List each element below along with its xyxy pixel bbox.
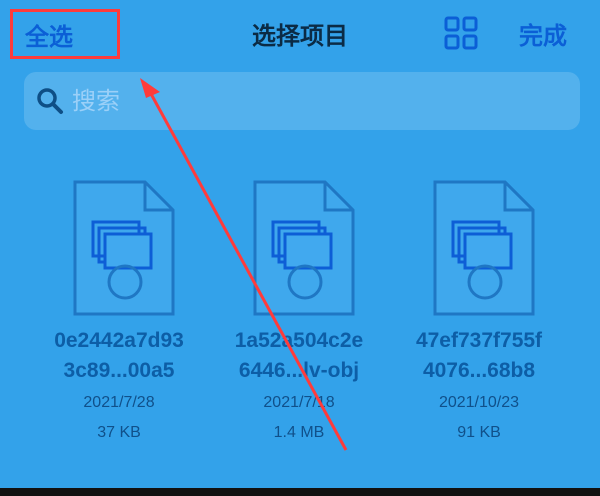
bottom-edge — [0, 488, 600, 496]
file-date: 2021/10/23 — [438, 394, 520, 411]
search-icon — [37, 88, 63, 114]
file-item[interactable]: 47ef737f755f 4076...68b8 2021/10/23 91 K… — [384, 172, 574, 452]
file-icon — [253, 180, 355, 316]
file-icon — [433, 180, 535, 316]
file-date: 2021/7/18 — [263, 394, 335, 411]
file-item[interactable]: 0e2442a7d93 3c89...00a5 2021/7/28 37 KB — [24, 172, 214, 452]
file-size: 91 KB — [457, 424, 501, 441]
top-bar: 全选 选择项目 完成 — [0, 0, 600, 64]
file-name: 1a52a504c2e 6446...lv-obj — [234, 329, 364, 382]
page-title: 选择项目 — [252, 23, 348, 50]
file-name: 0e2442a7d93 3c89...00a5 — [54, 329, 184, 382]
file-size: 1.4 MB — [273, 424, 325, 441]
file-date: 2021/7/28 — [83, 394, 155, 411]
done-button[interactable]: 完成 — [519, 16, 567, 51]
grid-icon[interactable] — [444, 16, 478, 50]
file-name: 47ef737f755f 4076...68b8 — [415, 329, 543, 382]
search-bar[interactable] — [24, 72, 580, 130]
file-item[interactable]: 1a52a504c2e 6446...lv-obj 2021/7/18 1.4 … — [204, 172, 394, 452]
file-size: 37 KB — [97, 424, 141, 441]
file-icon — [73, 180, 175, 316]
search-input[interactable] — [70, 82, 564, 122]
